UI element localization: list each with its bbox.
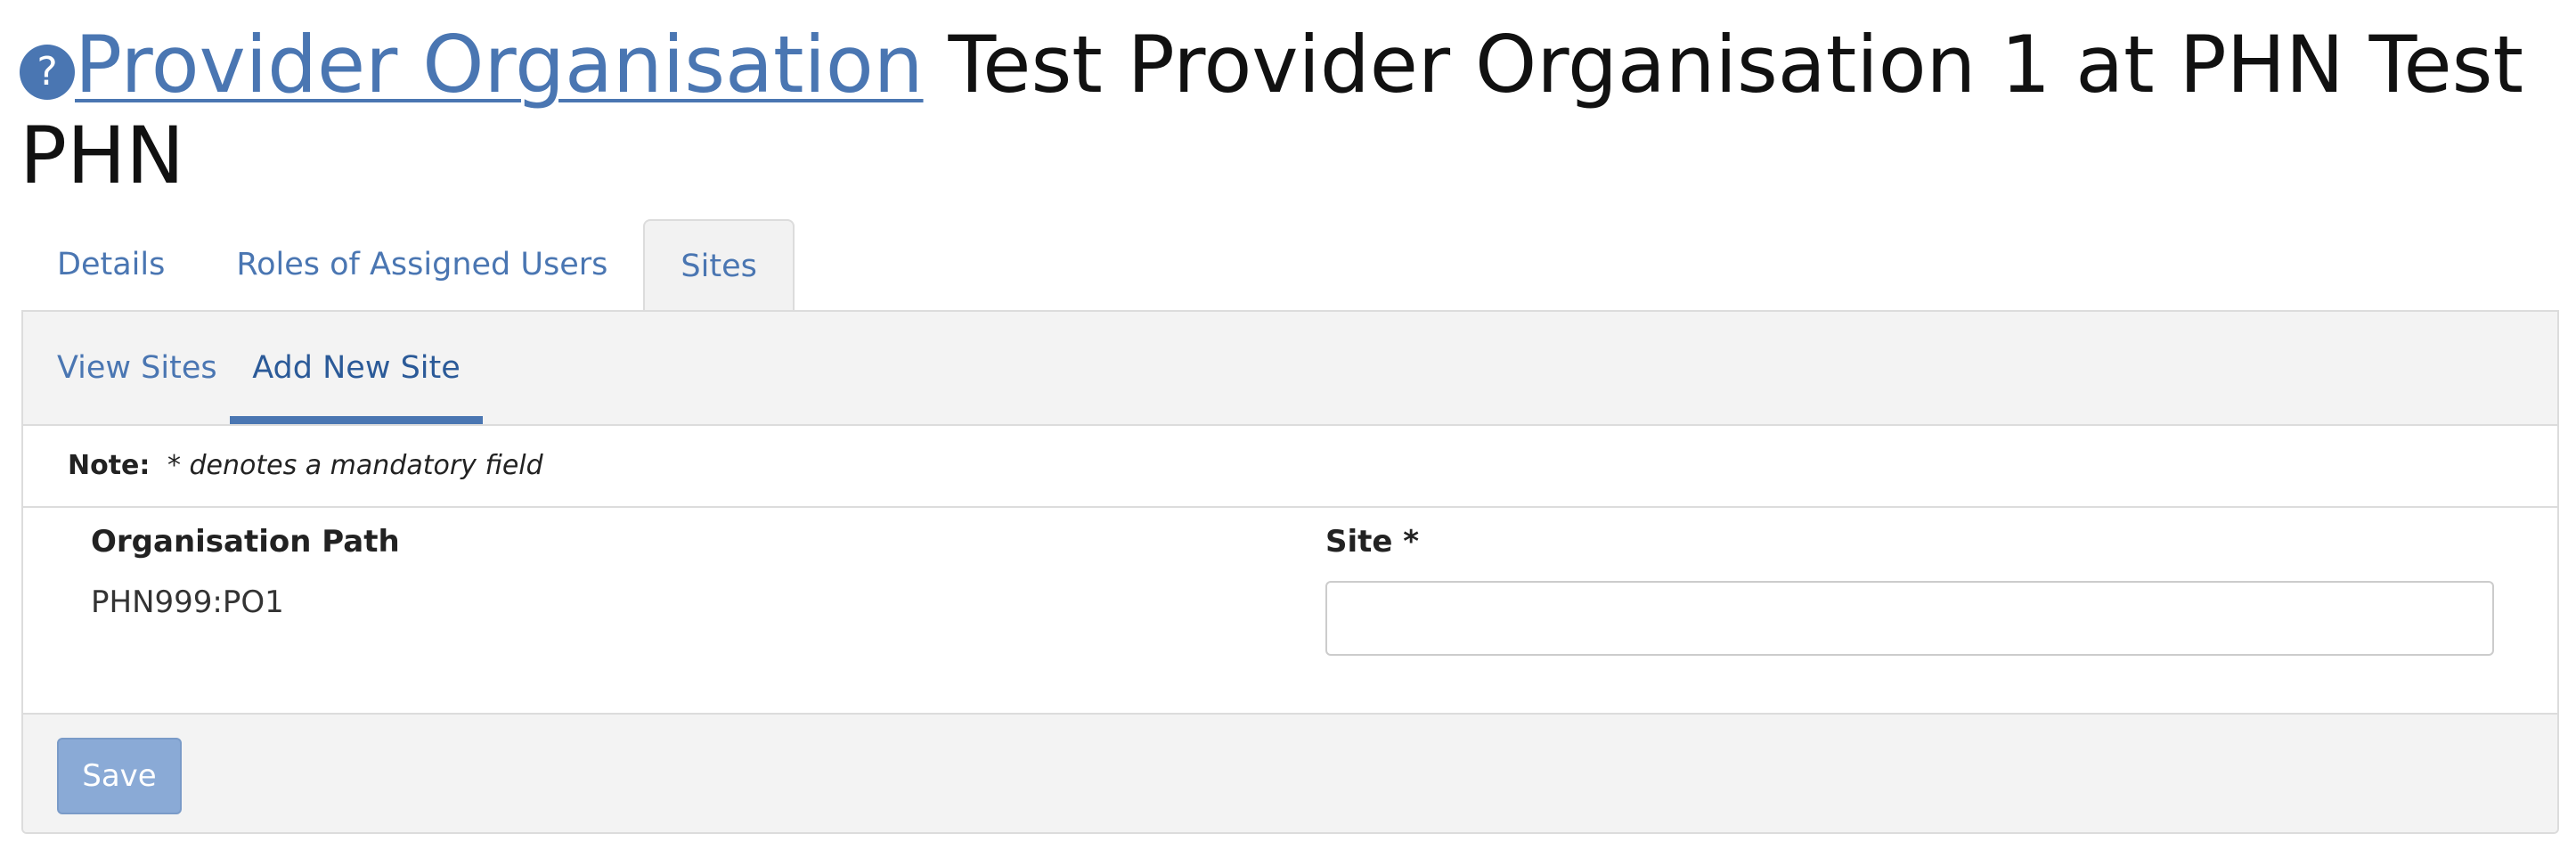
tab-details[interactable]: Details <box>21 219 200 311</box>
form-footer: Save <box>23 715 2557 832</box>
subtab-view-sites[interactable]: View Sites <box>57 312 217 424</box>
help-icon[interactable]: ? <box>20 45 75 100</box>
site-label: Site * <box>1325 524 1420 560</box>
tab-roles-of-assigned-users[interactable]: Roles of Assigned Users <box>200 219 643 311</box>
mandatory-note: Note: * denotes a mandatory field <box>23 426 2557 508</box>
page: ? Provider Organisation Test Provider Org… <box>0 0 2576 850</box>
page-title: ? Provider Organisation Test Provider Org… <box>20 20 2531 201</box>
organisation-path-label: Organisation Path <box>91 524 400 560</box>
subtab-add-new-site[interactable]: Add New Site <box>230 312 483 424</box>
sub-tabs: View Sites Add New Site <box>23 312 2557 426</box>
main-tabs: Details Roles of Assigned Users Sites <box>21 219 795 313</box>
provider-organisation-link[interactable]: Provider Organisation <box>75 19 924 110</box>
add-site-form: Organisation Path PHN999:PO1 Site * <box>23 508 2557 715</box>
note-text: * denotes a mandatory field <box>167 450 543 481</box>
organisation-path-value: PHN999:PO1 <box>91 584 284 620</box>
save-button[interactable]: Save <box>57 738 182 814</box>
tab-sites[interactable]: Sites <box>643 219 795 313</box>
site-input[interactable] <box>1325 581 2494 656</box>
note-label: Note: <box>68 450 151 481</box>
sites-panel: View Sites Add New Site Note: * denotes … <box>21 310 2559 834</box>
